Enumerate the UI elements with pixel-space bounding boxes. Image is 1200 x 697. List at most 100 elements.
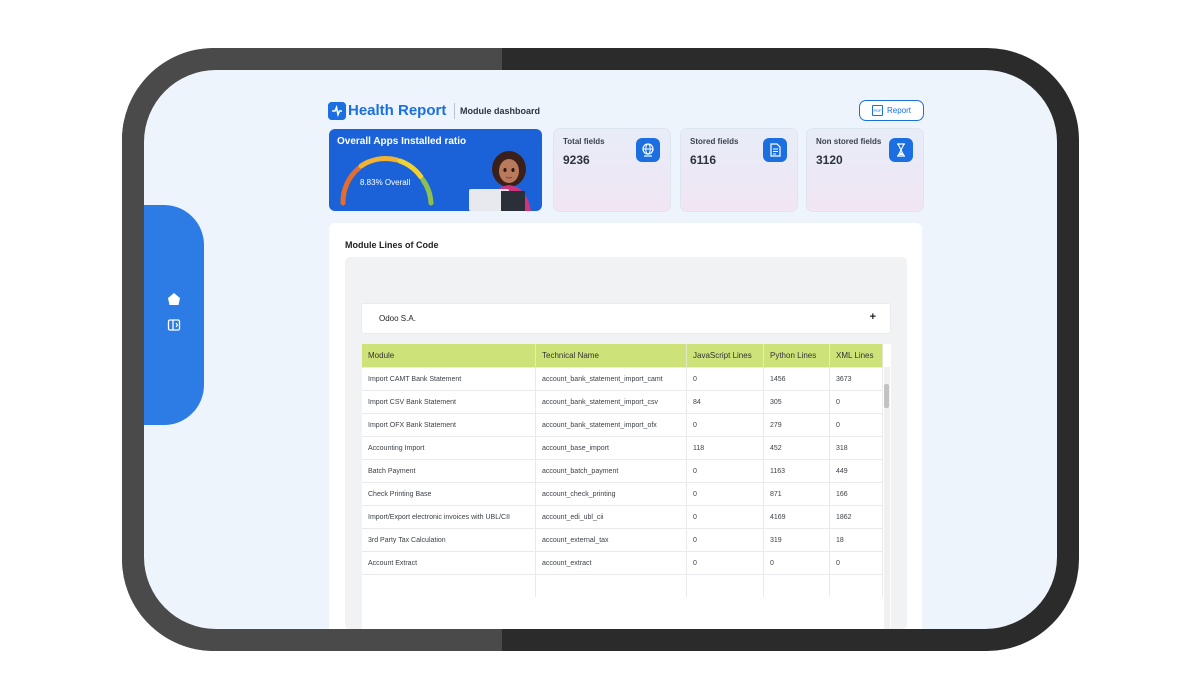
- cell-module: Accounting Import: [362, 436, 536, 460]
- cell-javascript-lines: 0: [686, 459, 764, 483]
- table-header-row: Module Technical Name JavaScript Lines P…: [362, 344, 883, 368]
- cell-technical-name: account_external_tax: [535, 528, 687, 552]
- cell-technical-name: account_batch_payment: [535, 459, 687, 483]
- pdf-icon: PDF: [871, 105, 883, 116]
- total-fields-card: Total fields 9236: [554, 129, 670, 211]
- non-stored-fields-value: 3120: [816, 153, 843, 167]
- stored-fields-title: Stored fields: [690, 137, 739, 146]
- report-button-label: Report: [886, 106, 911, 115]
- cell-javascript-lines: 84: [686, 390, 764, 414]
- page-subtitle: Module dashboard: [460, 106, 541, 116]
- table-row[interactable]: Batch Payment account_batch_payment 0 1163 4…: [362, 459, 883, 483]
- cell-xml-lines: 1862: [829, 505, 883, 529]
- cell-technical-name: account_bank_statement_import_camt: [535, 367, 687, 391]
- cell-python-lines: 1163: [763, 459, 830, 483]
- cell-python-lines: 871: [763, 482, 830, 506]
- table-row[interactable]: Import/Export electronic invoices with U…: [362, 505, 883, 529]
- header-divider: [454, 103, 455, 119]
- table-row[interactable]: Import CAMT Bank Statement account_bank_s…: [362, 367, 883, 391]
- cell-javascript-lines: 0: [686, 482, 764, 506]
- report-button[interactable]: PDF Report: [859, 100, 924, 121]
- cell-python-lines: 1456: [763, 367, 830, 391]
- column-header-javascript-lines[interactable]: JavaScript Lines: [686, 344, 764, 368]
- module-table-container: Module Technical Name JavaScript Lines P…: [362, 344, 891, 629]
- cell-javascript-lines: 0: [686, 367, 764, 391]
- cell-xml-lines: 3673: [829, 367, 883, 391]
- cell-module: Account Extract: [362, 551, 536, 575]
- non-stored-fields-card: Non stored fields 3120: [807, 129, 923, 211]
- company-accordion-header[interactable]: Odoo S.A. +: [361, 303, 891, 334]
- table-row[interactable]: Accounting Import account_base_import 118 4…: [362, 436, 883, 460]
- cell-module: Batch Payment: [362, 459, 536, 483]
- non-stored-fields-title: Non stored fields: [816, 137, 882, 146]
- module-lines-table: Module Technical Name JavaScript Lines P…: [362, 344, 883, 597]
- ratio-card-title: Overall Apps Installed ratio: [337, 136, 467, 147]
- cell-python-lines: 4169: [763, 505, 830, 529]
- apps-installed-ratio-card: Overall Apps Installed ratio 8.83% Overa…: [329, 129, 542, 211]
- panel-title: Module Lines of Code: [345, 240, 439, 250]
- cell-module: 3rd Party Tax Calculation: [362, 528, 536, 552]
- stored-fields-value: 6116: [690, 153, 717, 167]
- column-header-module[interactable]: Module: [362, 344, 536, 368]
- cell-xml-lines: 0: [829, 551, 883, 575]
- cell-python-lines: 319: [763, 528, 830, 552]
- total-fields-title: Total fields: [563, 137, 605, 146]
- cell-javascript-lines: 0: [686, 528, 764, 552]
- cell-xml-lines: 0: [829, 390, 883, 414]
- expand-plus-icon[interactable]: +: [870, 311, 876, 323]
- header: Health Report Module dashboard PDF Repor…: [328, 100, 924, 124]
- cell-python-lines: 0: [763, 551, 830, 575]
- company-name: Odoo S.A.: [379, 314, 416, 323]
- sidebar-toggle-icon[interactable]: [166, 317, 182, 333]
- table-row[interactable]: Account Extract account_extract 0 0 0: [362, 551, 883, 575]
- table-row[interactable]: Import OFX Bank Statement account_bank_st…: [362, 413, 883, 437]
- cell-javascript-lines: 0: [686, 505, 764, 529]
- health-report-logo-icon: [328, 102, 346, 120]
- column-header-technical-name[interactable]: Technical Name: [535, 344, 687, 368]
- cell-technical-name: account_edi_ubl_cii: [535, 505, 687, 529]
- home-icon[interactable]: [166, 291, 182, 307]
- screen: Health Report Module dashboard PDF Repor…: [144, 70, 1057, 629]
- document-icon: [763, 138, 787, 162]
- column-header-xml-lines[interactable]: XML Lines: [829, 344, 883, 368]
- cell-xml-lines: 318: [829, 436, 883, 460]
- cell-javascript-lines: 0: [686, 413, 764, 437]
- cell-python-lines: 279: [763, 413, 830, 437]
- cell-xml-lines: 449: [829, 459, 883, 483]
- stored-fields-card: Stored fields 6116: [681, 129, 797, 211]
- cell-module: Import OFX Bank Statement: [362, 413, 536, 437]
- cell-python-lines: 452: [763, 436, 830, 460]
- total-fields-value: 9236: [563, 153, 590, 167]
- cell-technical-name: [535, 574, 687, 597]
- cell-technical-name: account_check_printing: [535, 482, 687, 506]
- cell-javascript-lines: 0: [686, 551, 764, 575]
- cell-python-lines: [763, 574, 830, 597]
- cell-technical-name: account_bank_statement_import_csv: [535, 390, 687, 414]
- cell-python-lines: 305: [763, 390, 830, 414]
- cell-module: [362, 574, 536, 597]
- sidebar: [144, 205, 204, 425]
- cell-xml-lines: 0: [829, 413, 883, 437]
- panel-inner: Odoo S.A. + Module Technical Name JavaSc…: [345, 257, 907, 629]
- cell-technical-name: account_base_import: [535, 436, 687, 460]
- cell-module: Import/Export electronic invoices with U…: [362, 505, 536, 529]
- cell-xml-lines: 18: [829, 528, 883, 552]
- table-row[interactable]: 3rd Party Tax Calculation account_externa…: [362, 528, 883, 552]
- table-row[interactable]: [362, 574, 883, 597]
- cell-module: Import CSV Bank Statement: [362, 390, 536, 414]
- table-row[interactable]: Check Printing Base account_check_printin…: [362, 482, 883, 506]
- avatar-illustration: [469, 151, 531, 211]
- cell-javascript-lines: 118: [686, 436, 764, 460]
- table-scrollbar-thumb[interactable]: [884, 384, 889, 408]
- cell-xml-lines: 166: [829, 482, 883, 506]
- hourglass-icon: [889, 138, 913, 162]
- cell-xml-lines: [829, 574, 883, 597]
- cell-module: Check Printing Base: [362, 482, 536, 506]
- table-row[interactable]: Import CSV Bank Statement account_bank_st…: [362, 390, 883, 414]
- column-header-python-lines[interactable]: Python Lines: [763, 344, 830, 368]
- cell-technical-name: account_extract: [535, 551, 687, 575]
- cell-javascript-lines: [686, 574, 764, 597]
- cell-module: Import CAMT Bank Statement: [362, 367, 536, 391]
- app-title: Health Report: [348, 102, 447, 119]
- module-lines-panel: Module Lines of Code Odoo S.A. + Module …: [329, 223, 922, 629]
